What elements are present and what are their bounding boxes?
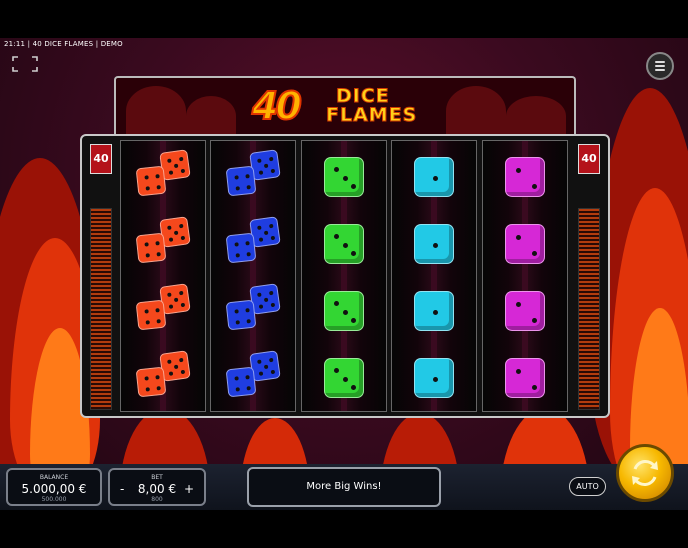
dice-symbol-front <box>225 232 257 264</box>
dice-symbol <box>505 291 545 331</box>
reel-4 <box>391 140 477 412</box>
dice-symbol-front <box>135 165 167 197</box>
bet-increase-button[interactable]: + <box>184 482 194 496</box>
hamburger-menu-icon[interactable] <box>646 52 674 80</box>
logo-word-dice: DICE <box>336 85 390 107</box>
bet-credits: 800 <box>151 496 163 503</box>
payline-indicator-left: 40 <box>90 144 112 410</box>
autoplay-button[interactable]: AUTO <box>569 477 606 496</box>
bet-panel: BET - 8,00 € + 800 <box>108 468 206 506</box>
logo-panel: 40 DICE FLAMES <box>114 76 576 136</box>
payline-indicator-right: 40 <box>578 144 600 410</box>
dice-symbol <box>505 224 545 264</box>
dice-symbol-front <box>135 366 167 398</box>
spin-arrows-icon <box>632 460 658 486</box>
dice-symbol <box>414 157 454 197</box>
reel-3 <box>301 140 387 412</box>
dice-symbol <box>414 291 454 331</box>
bet-decrease-button[interactable]: - <box>120 482 124 496</box>
logo-word-flames: FLAMES <box>325 104 418 126</box>
balance-value: 5.000,00 € <box>21 482 87 496</box>
payline-meter <box>90 208 112 410</box>
status-text: 21:11 | 40 DICE FLAMES | DEMO <box>4 40 123 48</box>
dice-symbol-front <box>135 232 167 264</box>
bet-value-row: - 8,00 € + <box>110 482 204 496</box>
fullscreen-icon[interactable] <box>12 56 38 72</box>
payline-count-badge: 40 <box>578 144 600 174</box>
logo-number: 40 <box>251 84 303 128</box>
dice-symbol <box>324 291 364 331</box>
dice-symbol <box>414 358 454 398</box>
dice-symbol-front <box>225 165 257 197</box>
bet-label: BET <box>151 474 163 481</box>
bet-value: 8,00 € <box>137 482 177 496</box>
dice-symbol <box>324 224 364 264</box>
message-banner: More Big Wins! <box>247 467 441 507</box>
letterbox-bottom <box>0 510 688 548</box>
dice-symbol-front <box>135 299 167 331</box>
balance-panel: BALANCE 5.000,00 € 500.000 <box>6 468 102 506</box>
balance-label: BALANCE <box>39 474 69 481</box>
payline-count-badge: 40 <box>90 144 112 174</box>
dice-symbol <box>324 358 364 398</box>
dice-symbol-front <box>225 366 257 398</box>
balance-credits: 500.000 <box>41 496 67 503</box>
payline-meter <box>578 208 600 410</box>
reel-2 <box>210 140 296 412</box>
dice-symbol <box>505 157 545 197</box>
spin-button[interactable] <box>616 444 674 502</box>
letterbox-top <box>0 0 688 38</box>
dice-symbol-front <box>225 299 257 331</box>
dice-symbol <box>505 358 545 398</box>
reel-1 <box>120 140 206 412</box>
slot-machine: 40 40 <box>80 134 610 418</box>
reel-5 <box>482 140 568 412</box>
dice-symbol <box>414 224 454 264</box>
dice-symbol <box>324 157 364 197</box>
